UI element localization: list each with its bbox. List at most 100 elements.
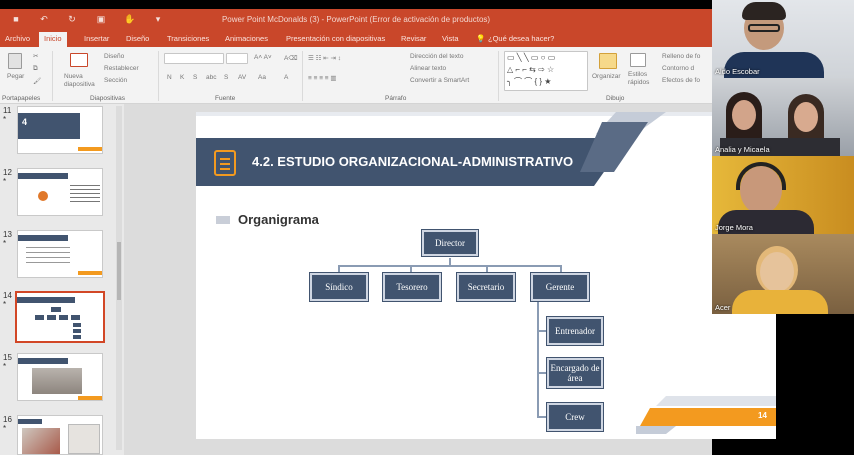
font-color-button[interactable]: A xyxy=(284,74,288,81)
text-direction-button[interactable]: Dirección del texto xyxy=(410,53,463,60)
thumb-number: 15 xyxy=(3,353,12,362)
thumb-star: * xyxy=(3,115,7,124)
shape-effects-button[interactable]: Efectos de fo xyxy=(662,77,700,84)
shape-outline-button[interactable]: Contorno d xyxy=(662,65,694,72)
participant-video-4[interactable]: Acer xyxy=(712,234,854,314)
group-divider xyxy=(302,51,303,101)
thumb-number: 11 xyxy=(3,106,12,115)
glasses xyxy=(748,24,780,32)
org-node-gerente: Gerente xyxy=(531,273,589,301)
new-slide-button[interactable]: Nueva diapositiva xyxy=(64,73,98,89)
ribbon-tabs: Archivo Inicio Insertar Diseño Transicio… xyxy=(0,31,712,47)
group-clipboard-label: Portapapeles xyxy=(2,95,41,102)
group-font-label: Fuente xyxy=(215,95,236,102)
slide-header-banner xyxy=(196,112,776,186)
arrange-button[interactable]: Organizar xyxy=(592,73,621,80)
window-title: Power Point McDonalds (3) - PowerPoint (… xyxy=(221,15,491,24)
slide-thumbnail-16[interactable] xyxy=(17,415,103,455)
org-connector xyxy=(537,330,546,332)
participant-name: Analia y Micaela xyxy=(715,145,770,154)
participant-name: Jorge Mora xyxy=(715,223,753,232)
reset-button[interactable]: Restablecer xyxy=(104,65,139,72)
org-connector xyxy=(537,372,546,374)
tab-presentacion[interactable]: Presentación con diapositivas xyxy=(286,34,385,43)
tab-transiciones[interactable]: Transiciones xyxy=(167,34,209,43)
section-button[interactable]: Sección xyxy=(104,77,127,84)
participant-video-1[interactable]: Aldo Escobar xyxy=(712,0,854,78)
thumb-star: * xyxy=(3,424,7,433)
tab-inicio[interactable]: Inicio xyxy=(39,32,67,47)
thumb-number: 14 xyxy=(3,291,12,300)
org-connector xyxy=(338,265,562,267)
tab-revisar[interactable]: Revisar xyxy=(401,34,426,43)
participant-video-2[interactable]: Analia y Micaela xyxy=(712,78,854,156)
slide-thumbnail-11[interactable]: 4 xyxy=(17,106,103,154)
arrange-icon[interactable] xyxy=(599,53,617,69)
org-node-director: Director xyxy=(422,230,478,256)
slide-thumbnail-13[interactable] xyxy=(17,230,103,278)
paste-button[interactable]: Pegar xyxy=(7,73,24,80)
thumbnails-scroll-thumb[interactable] xyxy=(117,242,121,300)
org-node-tesorero: Tesorero xyxy=(383,273,441,301)
thumb-star: * xyxy=(3,300,7,309)
thumb-number: 12 xyxy=(3,168,12,177)
slide-thumbnail-12[interactable] xyxy=(17,168,103,216)
quick-styles-icon[interactable] xyxy=(630,53,646,67)
lightbulb-icon: 💡 xyxy=(476,34,486,43)
font-size-box[interactable] xyxy=(226,53,248,64)
grow-font-icon[interactable]: A˄ A˅ xyxy=(254,54,272,61)
smartart-button[interactable]: Convertir a SmartArt xyxy=(410,77,469,84)
org-connector xyxy=(338,265,340,273)
org-connector xyxy=(410,265,412,273)
copy-icon[interactable]: ⧉ xyxy=(33,65,38,73)
thumb-number: 13 xyxy=(3,230,12,239)
clear-format-icon[interactable]: A⌫ xyxy=(284,54,298,62)
participant-name: Aldo Escobar xyxy=(715,67,760,76)
tell-me-search[interactable]: ¿Qué desea hacer? xyxy=(488,34,554,43)
shadow-button[interactable]: S xyxy=(224,74,228,81)
bold-button[interactable]: N xyxy=(167,74,172,81)
org-node-encargado: Encargado de área xyxy=(547,358,603,388)
underline-button[interactable]: S xyxy=(193,74,197,81)
align-text-button[interactable]: Alinear texto xyxy=(410,65,446,72)
org-node-secretario: Secretario xyxy=(457,273,515,301)
org-node-sindico: Síndico xyxy=(310,273,368,301)
slide-thumbnails-pane: 11 * 4 12 * 13 * 14 * 15 * 16 * xyxy=(0,104,124,455)
change-case-button[interactable]: Aa xyxy=(258,74,266,81)
slide-thumbnail-14[interactable] xyxy=(15,291,105,343)
slide-title: 4.2. ESTUDIO ORGANIZACIONAL-ADMINISTRATI… xyxy=(252,154,574,169)
font-name-box[interactable] xyxy=(164,53,224,64)
slide-subtitle: Organigrama xyxy=(238,212,319,227)
slide-thumbnail-15[interactable] xyxy=(17,353,103,401)
thumb-number: 16 xyxy=(3,415,12,424)
document-icon xyxy=(214,150,236,176)
shape-fill-button[interactable]: Relleno de fo xyxy=(662,53,700,60)
tab-vista[interactable]: Vista xyxy=(442,34,459,43)
participant-video-3[interactable]: Jorge Mora xyxy=(712,156,854,234)
paste-icon[interactable] xyxy=(8,53,22,69)
slide-canvas[interactable]: 4.2. ESTUDIO ORGANIZACIONAL-ADMINISTRATI… xyxy=(196,112,776,439)
tab-insertar[interactable]: Insertar xyxy=(84,34,109,43)
participant-hair xyxy=(742,2,786,20)
italic-button[interactable]: K xyxy=(180,74,184,81)
align-icons[interactable]: ≡ ≡ ≡ ≡ ▥ xyxy=(308,74,337,82)
cut-icon[interactable]: ✂ xyxy=(33,52,38,60)
layout-button[interactable]: Diseño xyxy=(104,53,124,60)
bullets-icon[interactable]: ☰ ☷ ⇤ ⇥ ↕ xyxy=(308,54,341,62)
group-slides-label: Diapositivas xyxy=(90,95,126,102)
group-drawing-label: Dibujo xyxy=(606,95,625,102)
strikethrough-button[interactable]: abc xyxy=(206,74,216,81)
shapes-gallery[interactable]: ▭ ╲ ╲ ▭ ○ ▭ △ ⌐ ⌐ ⇆ ⇨ ☆ ╮ ⌒ ⌒ { } ★ xyxy=(504,51,588,91)
quick-styles-button[interactable]: Estilos rápidos xyxy=(628,71,656,87)
thumb-star: * xyxy=(3,362,7,371)
format-painter-icon[interactable]: 🖌 xyxy=(33,77,41,85)
tab-animaciones[interactable]: Animaciones xyxy=(225,34,268,43)
tab-diseno[interactable]: Diseño xyxy=(126,34,149,43)
spacing-button[interactable]: AV xyxy=(238,74,246,81)
org-connector xyxy=(486,265,488,273)
org-connector xyxy=(560,265,562,273)
tab-archivo[interactable]: Archivo xyxy=(5,34,30,43)
slide-footer-accent xyxy=(636,396,776,434)
subtitle-marker xyxy=(216,216,230,224)
new-slide-icon[interactable] xyxy=(70,53,88,67)
